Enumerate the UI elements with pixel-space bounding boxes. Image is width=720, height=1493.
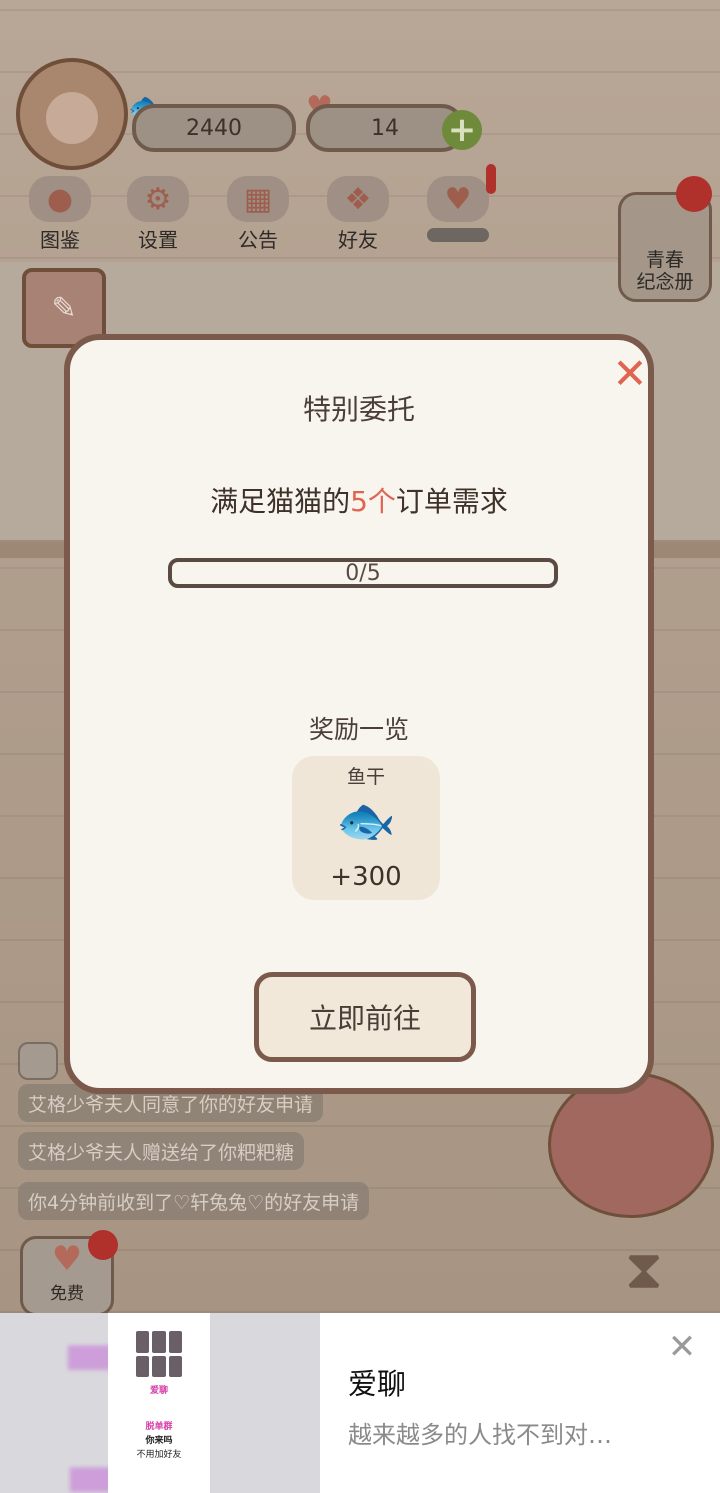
free-label: 免费 (50, 1284, 84, 1304)
progress-text: 0/5 (345, 561, 381, 586)
reward-card: 鱼干 🐟 +300 (292, 756, 440, 900)
menu-friends-button[interactable]: ❖ 好友 (314, 176, 402, 254)
heart-counter: 14 (306, 104, 464, 152)
gear-icon: ⚙ (127, 176, 189, 222)
menu-bar (427, 228, 489, 242)
friends-icon: ❖ (327, 176, 389, 222)
ad-poster-line: 脱单群 (145, 1422, 173, 1432)
menu-label: 公告 (238, 228, 278, 252)
chat-message: 你4分钟前收到了♡轩兔兔♡的好友申请 (18, 1182, 370, 1220)
task-count: 5个 (350, 485, 396, 518)
pencil-icon: ✎ (51, 290, 77, 326)
avatar-face (46, 92, 98, 144)
dialog-title: 特别委托 (302, 393, 415, 426)
menu-collection-button[interactable]: ● 图鉴 (16, 176, 104, 254)
player-avatar[interactable] (16, 58, 128, 170)
ad-poster: 爱聊 脱单群 你来吗 不用加好友 (108, 1313, 210, 1493)
yearbook-label-line1: 青春 (645, 249, 684, 271)
ad-image: ▆▆ ▆▆ 爱聊 脱单群 你来吗 不用加好友 (0, 1313, 320, 1493)
task-suffix: 订单需求 (395, 485, 508, 518)
add-hearts-button[interactable]: + (442, 110, 482, 150)
yearbook-label-line2: 纪念册 (636, 271, 694, 293)
ad-photo-grid (136, 1331, 182, 1377)
ad-close-icon[interactable]: ✕ (664, 1329, 700, 1365)
ad-title: 爱聊 (348, 1367, 407, 1401)
plus-icon: + (447, 110, 477, 150)
gift-icon: ▦ (227, 176, 289, 222)
menu-notice-button[interactable]: ▦ 公告 (214, 176, 302, 254)
ad-poster-line: 你来吗 (145, 1436, 173, 1446)
fish-icon: 🐟 (336, 793, 396, 849)
chat-toggle-button[interactable] (18, 1042, 58, 1080)
go-now-button[interactable]: 立即前往 (254, 972, 476, 1062)
reward-heading: 奖励一览 (308, 715, 409, 744)
hearts-icon: ♥ (427, 176, 489, 222)
ad-blur-text: ▆▆ (70, 1459, 114, 1492)
menu-settings-button[interactable]: ⚙ 设置 (114, 176, 202, 254)
ad-poster-line: 不用加好友 (136, 1450, 182, 1460)
menu-label: 设置 (138, 228, 178, 252)
task-prefix: 满足猫猫的 (210, 485, 351, 518)
progress-bar: 0/5 (168, 558, 558, 588)
task-description: 满足猫猫的5个订单需求 (70, 480, 648, 520)
ad-banner[interactable]: ▆▆ ▆▆ 爱聊 脱单群 你来吗 不用加好友 爱聊 越来越多的人找不到对… ✕ (0, 1313, 720, 1493)
free-notification-dot (88, 1230, 118, 1260)
fish-counter: 2440 (132, 104, 296, 152)
cat-face-icon: ● (29, 176, 91, 222)
heart-count: 14 (371, 115, 399, 141)
ad-description: 越来越多的人找不到对… (348, 1421, 612, 1449)
alert-icon (486, 164, 496, 194)
special-commission-dialog: ✕ 特别委托 满足猫猫的5个订单需求 0/5 奖励一览 鱼干 🐟 +300 立即… (64, 334, 654, 1094)
menu-label: 图鉴 (40, 228, 80, 252)
ad-poster-brand: 爱聊 (149, 1386, 168, 1396)
ad-blur-text: ▆▆ (68, 1337, 112, 1370)
reward-amount: +300 (330, 862, 402, 892)
hourglass-icon[interactable]: ⧗ (608, 1238, 680, 1308)
fish-count: 2440 (186, 115, 242, 141)
chat-message: 艾格少爷夫人赠送给了你粑粑糖 (18, 1132, 305, 1170)
menu-label: 好友 (338, 228, 378, 252)
reward-name: 鱼干 (346, 766, 385, 788)
yearbook-notification-dot (676, 176, 712, 212)
